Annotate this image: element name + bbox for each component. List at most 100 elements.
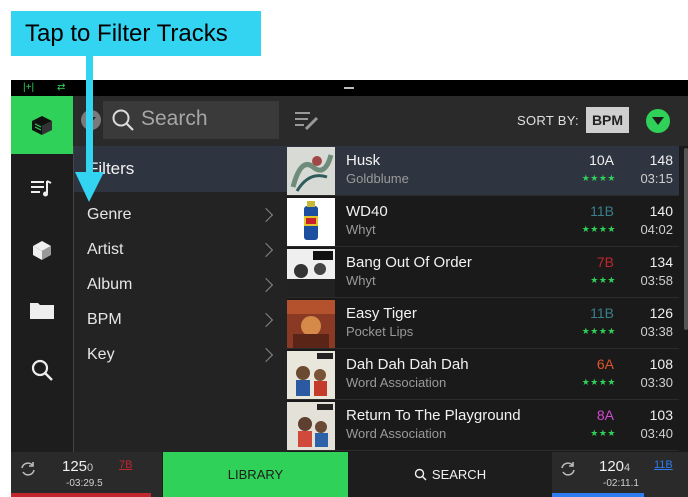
track-artist: Whyt — [346, 222, 376, 237]
filter-item-bpm[interactable]: BPM — [74, 303, 288, 338]
album-art — [287, 198, 335, 246]
album-art — [287, 249, 335, 297]
track-title: Dah Dah Dah Dah — [346, 356, 469, 373]
deck-left-status[interactable]: 1250 -03:29.5 7B — [11, 452, 162, 497]
track-rating: ★★★★ — [581, 224, 616, 234]
filter-item-artist[interactable]: Artist — [74, 233, 288, 268]
track-row[interactable]: Return To The Playground Word Associatio… — [287, 401, 679, 451]
sync-icon — [21, 462, 35, 476]
chevron-right-icon — [258, 207, 274, 223]
track-row[interactable]: WD40 Whyt 11B ★★★★ 140 04:02 — [287, 197, 679, 247]
deck-right-progress — [552, 493, 644, 497]
track-title: WD40 — [346, 203, 388, 220]
filter-label: BPM — [87, 311, 122, 328]
track-duration: 03:40 — [640, 426, 673, 441]
deck-left-key: 7B — [119, 459, 133, 471]
track-list[interactable]: Husk Goldblume 10A ★★★★ 148 03:15 WD40 W… — [287, 146, 688, 452]
track-row[interactable]: Easy Tiger Pocket Lips 11B ★★★★ 126 03:3… — [287, 299, 679, 349]
chevron-right-icon — [258, 347, 274, 363]
filter-item-album[interactable]: Album — [74, 268, 288, 303]
track-key: 11B — [590, 305, 614, 321]
sort-direction-button[interactable] — [646, 109, 670, 133]
track-rating: ★★★ — [590, 275, 616, 285]
deck-left-time: -03:29.5 — [66, 478, 103, 489]
album-art — [287, 300, 335, 348]
edit-list-icon[interactable] — [295, 110, 319, 132]
status-divider — [344, 87, 354, 89]
repeat-icon: ⇄ — [57, 82, 66, 93]
track-row[interactable]: Husk Goldblume 10A ★★★★ 148 03:15 — [287, 146, 679, 196]
track-duration: 03:38 — [640, 324, 673, 339]
track-rating: ★★★★ — [581, 377, 616, 387]
track-bpm: 108 — [649, 356, 673, 372]
tab-library[interactable]: LIBRARY — [163, 452, 348, 497]
status-bar: |+| ⇄ — [11, 80, 688, 96]
sort-by-label: SORT BY: — [517, 113, 579, 128]
callout-arrow-shaft — [86, 56, 93, 174]
search-icon — [31, 359, 53, 381]
track-duration: 03:30 — [640, 375, 673, 390]
filter-label: Album — [87, 276, 133, 293]
deck-left-progress — [11, 493, 151, 497]
track-sync-icon: |+| — [23, 82, 35, 93]
track-artist: Pocket Lips — [346, 324, 414, 339]
rail-files-button[interactable] — [11, 281, 73, 339]
track-title: Husk — [346, 152, 381, 169]
search-icon — [112, 109, 134, 131]
track-bpm: 140 — [649, 203, 673, 219]
filter-label: Key — [87, 346, 115, 363]
track-row[interactable]: Dah Dah Dah Dah Word Association 6A ★★★★… — [287, 350, 679, 400]
tab-search[interactable]: SEARCH — [349, 452, 551, 497]
track-bpm: 148 — [649, 152, 673, 168]
chevron-right-icon — [258, 312, 274, 328]
track-bpm: 126 — [649, 305, 673, 321]
playlist-icon — [31, 180, 52, 197]
track-duration: 03:58 — [640, 273, 673, 288]
bottom-bar: 1250 -03:29.5 7B LIBRARY SEARCH 1204 -02… — [11, 452, 688, 497]
search-placeholder: Search — [141, 107, 208, 130]
library-top-bar: Search SORT BY: BPM — [73, 96, 688, 146]
filter-item-genre[interactable]: Genre — [74, 198, 288, 233]
filters-panel: Filters Genre Artist Album BPM Key — [73, 146, 288, 452]
rail-prepare-button[interactable] — [11, 221, 73, 279]
album-art — [287, 402, 335, 450]
track-key: 6A — [596, 356, 614, 372]
track-key: 7B — [596, 254, 614, 270]
track-row[interactable]: Bang Out Of Order Whyt 7B ★★★ 134 03:58 — [287, 248, 679, 298]
track-duration: 03:15 — [640, 171, 673, 186]
prepare-icon — [33, 241, 51, 260]
track-list-scrollbar[interactable] — [684, 148, 688, 330]
sync-icon — [561, 462, 575, 476]
deck-right-status[interactable]: 1204 -02:11.1 11B — [552, 452, 688, 497]
deck-right-bpm: 1204 — [599, 458, 631, 475]
album-art — [287, 147, 335, 195]
callout-label: Tap to Filter Tracks — [11, 11, 261, 56]
track-title: Return To The Playground — [346, 407, 521, 424]
track-bpm: 103 — [649, 407, 673, 423]
track-rating: ★★★ — [590, 428, 616, 438]
track-rating: ★★★★ — [581, 173, 616, 183]
track-title: Easy Tiger — [346, 305, 417, 322]
sort-field-button[interactable]: BPM — [586, 107, 629, 133]
track-title: Bang Out Of Order — [346, 254, 472, 271]
filters-header[interactable]: Filters — [74, 146, 288, 192]
rail-search-button[interactable] — [11, 341, 73, 399]
track-key: 11B — [590, 203, 614, 219]
deck-left-bpm: 1250 — [62, 458, 94, 475]
callout-arrow-head — [75, 172, 104, 202]
track-key: 8A — [596, 407, 614, 423]
rail-playlist-button[interactable] — [11, 159, 73, 217]
tab-search-label: SEARCH — [431, 467, 487, 482]
search-icon — [414, 468, 427, 481]
track-rating: ★★★★ — [581, 326, 616, 336]
rail-crate-button[interactable] — [11, 96, 73, 154]
chevron-right-icon — [258, 242, 274, 258]
track-duration: 04:02 — [640, 222, 673, 237]
left-rail — [11, 96, 73, 452]
track-bpm: 134 — [649, 254, 673, 270]
track-artist: Word Association — [346, 426, 447, 441]
track-artist: Whyt — [346, 273, 376, 288]
search-input[interactable]: Search — [103, 101, 279, 139]
filter-item-key[interactable]: Key — [74, 338, 288, 373]
track-artist: Word Association — [346, 375, 447, 390]
